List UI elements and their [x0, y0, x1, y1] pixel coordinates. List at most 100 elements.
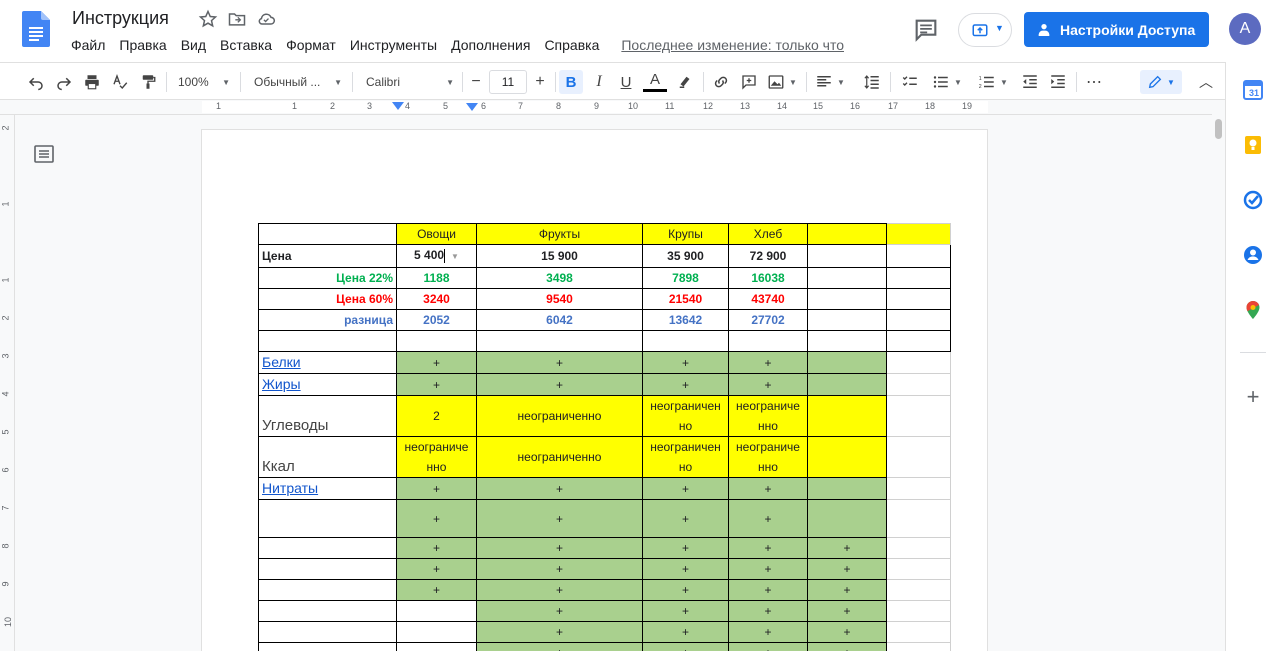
table-cell[interactable]: + — [728, 477, 808, 500]
table-cell[interactable] — [476, 330, 643, 352]
table-cell[interactable] — [807, 330, 887, 352]
price-cell[interactable]: 5 400 ▼ — [396, 244, 477, 268]
scrollbar-thumb[interactable] — [1215, 119, 1222, 139]
table-cell[interactable] — [886, 244, 951, 268]
menu-help[interactable]: Справка — [537, 36, 606, 56]
table-cell[interactable]: + — [728, 373, 808, 396]
bulleted-list-icon[interactable]: ▼ — [927, 70, 967, 94]
price-cell[interactable]: 15 900 — [476, 244, 643, 268]
add-comment-icon[interactable] — [737, 70, 761, 94]
table-cell[interactable]: + — [642, 499, 729, 538]
table-cell[interactable]: + — [476, 600, 643, 622]
table-cell[interactable]: + — [728, 499, 808, 538]
table-cell[interactable]: + — [642, 351, 729, 374]
docs-logo-icon[interactable] — [22, 11, 50, 47]
table-cell[interactable] — [807, 499, 887, 538]
collapse-toolbar-icon[interactable]: ︿ — [1196, 70, 1216, 94]
table-cell[interactable] — [807, 223, 887, 245]
table-cell[interactable] — [807, 244, 887, 268]
table-cell[interactable] — [396, 621, 477, 643]
menu-insert[interactable]: Вставка — [213, 36, 279, 56]
redo-icon[interactable] — [52, 70, 76, 94]
table-cell[interactable]: + — [642, 373, 729, 396]
horizontal-ruler[interactable]: 1 1 2 3 4 5 6 7 8 9 10 11 12 13 14 15 16… — [0, 100, 1212, 115]
table-cell[interactable]: + — [807, 537, 887, 559]
table-cell[interactable]: + — [476, 579, 643, 601]
spellcheck-icon[interactable] — [108, 70, 132, 94]
font-size-input[interactable]: 11 — [489, 70, 527, 94]
header-bread[interactable]: Хлеб — [728, 223, 808, 245]
table-cell[interactable]: неограниченно — [476, 436, 643, 478]
menu-format[interactable]: Формат — [279, 36, 343, 56]
tab-stop-icon[interactable] — [466, 103, 478, 113]
table-cell[interactable]: + — [476, 499, 643, 538]
table-cell[interactable] — [807, 288, 887, 310]
table-cell[interactable]: + — [476, 621, 643, 643]
price22-cell[interactable]: 16038 — [728, 267, 808, 289]
table-cell[interactable]: + — [728, 579, 808, 601]
table-cell[interactable]: неограничен но — [642, 395, 729, 437]
table-cell[interactable]: + — [807, 621, 887, 643]
table-cell[interactable] — [886, 436, 951, 478]
checklist-icon[interactable] — [898, 70, 922, 94]
table-cell[interactable]: + — [728, 558, 808, 580]
fats-link[interactable]: Жиры — [262, 376, 301, 392]
highlight-icon[interactable] — [673, 70, 697, 94]
last-edit-link[interactable]: Последнее изменение: только что — [614, 36, 851, 56]
table-cell[interactable] — [396, 642, 477, 651]
difference-cell[interactable]: 13642 — [642, 309, 729, 331]
table-cell[interactable] — [886, 288, 951, 310]
table-cell[interactable] — [886, 395, 951, 437]
table-cell[interactable] — [886, 373, 951, 396]
table-cell[interactable]: + — [396, 499, 477, 538]
indent-marker-icon[interactable] — [392, 102, 404, 112]
table-cell[interactable] — [807, 395, 887, 437]
table-cell[interactable]: неограниче нно — [728, 436, 808, 478]
table-cell[interactable] — [396, 600, 477, 622]
print-icon[interactable] — [80, 70, 104, 94]
calendar-icon[interactable]: 31 — [1243, 80, 1263, 100]
table-cell[interactable] — [886, 558, 951, 580]
line-spacing-icon[interactable] — [860, 70, 884, 94]
table-cell[interactable] — [258, 579, 397, 601]
price22-cell[interactable]: 7898 — [642, 267, 729, 289]
undo-icon[interactable] — [24, 70, 48, 94]
header-fruits[interactable]: Фрукты — [476, 223, 643, 245]
table-cell[interactable]: + — [728, 351, 808, 374]
font-select[interactable]: Calibri ▼ — [362, 70, 458, 94]
increase-font-size-button[interactable]: + — [530, 70, 550, 94]
price22-cell[interactable]: 3498 — [476, 267, 643, 289]
table-cell[interactable]: + — [396, 373, 477, 396]
menu-tools[interactable]: Инструменты — [343, 36, 444, 56]
menu-view[interactable]: Вид — [174, 36, 213, 56]
menu-file[interactable]: Файл — [64, 36, 112, 56]
table-cell[interactable] — [807, 267, 887, 289]
numbered-list-icon[interactable]: 1 2 ▼ — [973, 70, 1013, 94]
table-cell[interactable] — [886, 621, 951, 643]
paragraph-style-select[interactable]: Обычный ... ▼ — [250, 70, 346, 94]
table-cell[interactable]: неограниченно — [476, 395, 643, 437]
table-cell[interactable] — [258, 499, 397, 538]
keep-icon[interactable] — [1243, 135, 1263, 155]
increase-indent-icon[interactable] — [1046, 70, 1070, 94]
maps-icon[interactable] — [1243, 300, 1263, 320]
table-cell[interactable] — [886, 351, 951, 374]
table-cell[interactable]: + — [396, 477, 477, 500]
price-cell[interactable]: 35 900 — [642, 244, 729, 268]
present-button[interactable]: ▼ — [958, 13, 1012, 47]
table-cell[interactable]: + — [476, 351, 643, 374]
insert-image-icon[interactable]: ▼ — [765, 70, 799, 94]
align-left-icon[interactable]: ▼ — [814, 70, 846, 94]
table-cell[interactable] — [396, 330, 477, 352]
table-cell[interactable]: неограниче нно — [396, 436, 477, 478]
menu-addons[interactable]: Дополнения — [444, 36, 537, 56]
table-cell[interactable]: + — [396, 579, 477, 601]
table-cell[interactable]: + — [807, 600, 887, 622]
table-cell[interactable] — [886, 537, 951, 559]
table-cell[interactable] — [886, 499, 951, 538]
table-cell[interactable]: + — [807, 558, 887, 580]
table-cell[interactable] — [886, 267, 951, 289]
table-cell[interactable]: + — [807, 579, 887, 601]
table-cell[interactable]: + — [728, 621, 808, 643]
table-cell[interactable] — [258, 223, 397, 245]
